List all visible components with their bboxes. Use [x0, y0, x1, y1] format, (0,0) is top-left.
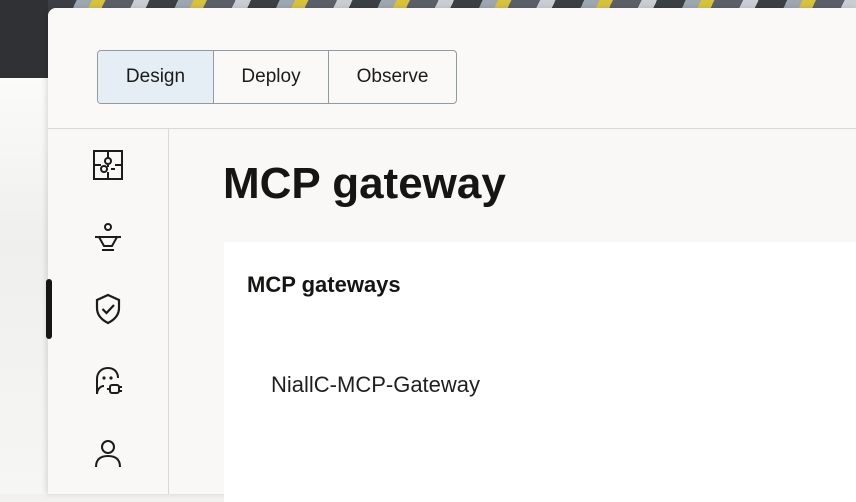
app-window: Design Deploy Observe MCP gateway MCP ga…	[46, 8, 856, 502]
user-icon	[95, 440, 121, 468]
gateways-card: MCP gateways NiallC-MCP-Gateway	[224, 242, 856, 502]
nav-item-users[interactable]	[48, 425, 168, 481]
gateway-list-item[interactable]: NiallC-MCP-Gateway	[271, 372, 480, 398]
puzzle-icon	[93, 150, 123, 180]
card-title: MCP gateways	[247, 272, 401, 297]
tab-deploy[interactable]: Deploy	[214, 51, 329, 103]
mode-segmented-control: Design Deploy Observe	[97, 50, 457, 104]
desktop-background-left	[0, 78, 48, 494]
nav-item-services[interactable]	[48, 209, 168, 265]
nav-item-gateway[interactable]	[48, 281, 168, 337]
tab-design[interactable]: Design	[98, 51, 214, 103]
page-title: MCP gateway	[223, 159, 506, 208]
shield-check-icon	[95, 293, 121, 325]
header-bar: Design Deploy Observe	[48, 8, 856, 129]
nav-item-agents[interactable]	[48, 353, 168, 409]
nav-rail	[46, 129, 169, 494]
main-content: MCP gateway MCP gateways NiallC-MCP-Gate…	[169, 129, 856, 502]
tab-observe[interactable]: Observe	[329, 51, 456, 103]
agent-plug-icon	[96, 366, 122, 395]
service-bell-icon	[95, 223, 121, 251]
nav-item-integrations[interactable]	[48, 137, 168, 193]
